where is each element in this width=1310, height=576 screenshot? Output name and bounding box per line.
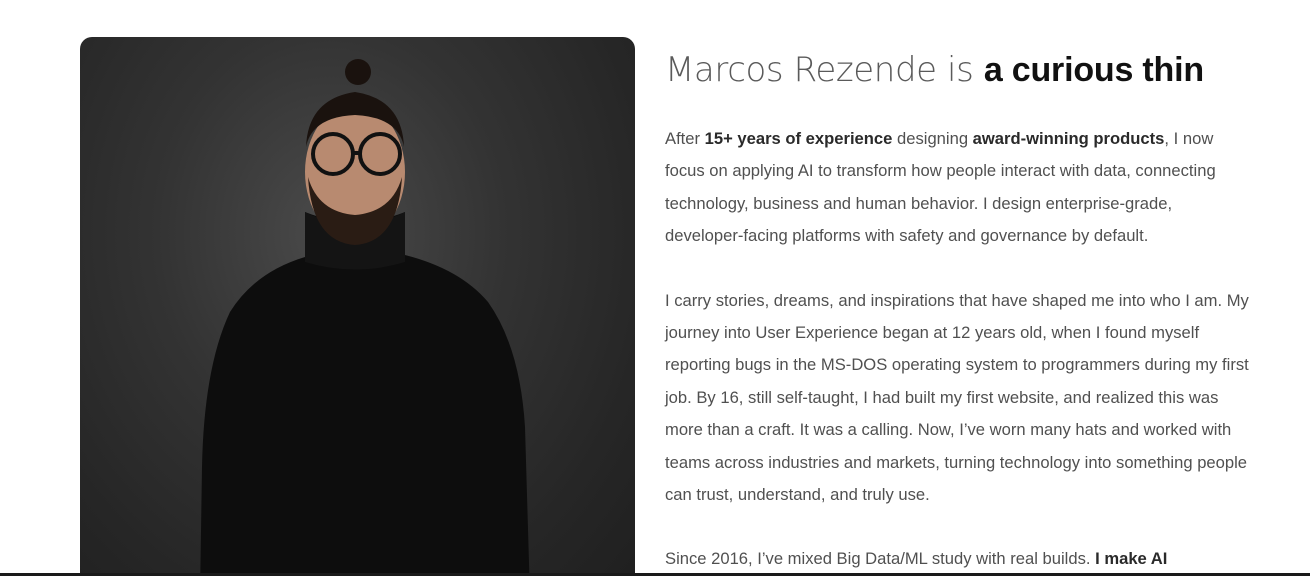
portrait-illustration	[200, 59, 530, 576]
hair-bun	[345, 59, 371, 85]
about-section: Marcos Rezende is a curious thin After 1…	[665, 48, 1255, 576]
headline-rotating-text: a curious thin	[983, 51, 1204, 89]
about-paragraph-3: Since 2016, I’ve mixed Big Data/ML study…	[665, 549, 1168, 569]
about-paragraph-2: I carry stories, dreams, and inspiration…	[665, 290, 1249, 505]
profile-photo	[80, 37, 635, 576]
headline-name: Marcos Rezende is	[665, 50, 984, 90]
award-highlight: award-winning products	[972, 129, 1165, 148]
experience-highlight: 15+ years of experience	[704, 129, 893, 148]
about-paragraph-1: After 15+ years of experience designing …	[665, 129, 1216, 246]
ai-highlight: I make AI	[1095, 549, 1168, 569]
hero-headline: Marcos Rezende is a curious thin	[665, 48, 1255, 92]
